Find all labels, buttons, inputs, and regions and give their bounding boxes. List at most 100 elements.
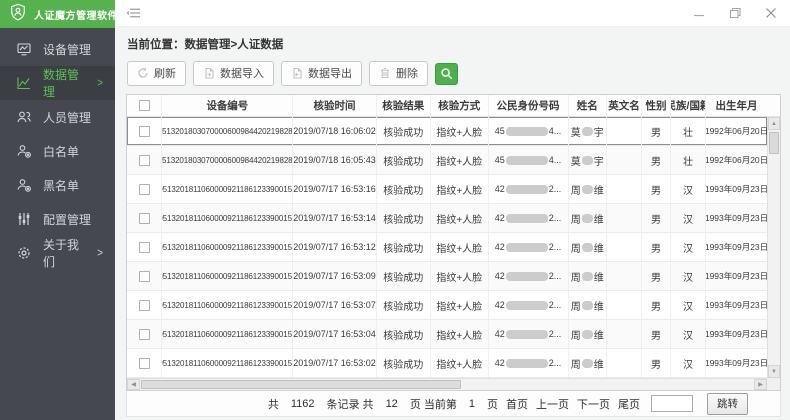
minimize-icon[interactable]: [692, 6, 706, 20]
sidebar-item-about-us[interactable]: 关于我们 >: [0, 236, 115, 270]
sliders-icon: [15, 211, 32, 228]
first-page-link[interactable]: 首页: [506, 396, 528, 412]
cell-verify-method: 指纹+人脸: [431, 320, 489, 348]
table-row[interactable]: 051320181106000092118612339001542019/07/…: [127, 320, 767, 349]
jump-page-input[interactable]: [651, 395, 693, 412]
row-checkbox[interactable]: [139, 271, 150, 282]
cell-name: 周维: [569, 291, 607, 319]
scroll-up-arrow-icon[interactable]: ▲: [768, 117, 780, 130]
table-row[interactable]: 051320181106000092118612339001542019/07/…: [127, 175, 767, 204]
cell-name: 莫宇: [569, 117, 607, 145]
row-checkbox-cell: [127, 117, 162, 145]
table-row[interactable]: 051320181106000092118612339001542019/07/…: [127, 349, 767, 378]
sidebar-item-blacklist[interactable]: 黑名单: [0, 168, 115, 202]
row-checkbox-cell: [127, 233, 162, 261]
cell-english-name: [607, 233, 642, 261]
maximize-icon[interactable]: [728, 6, 742, 20]
jump-button[interactable]: 跳转: [707, 393, 748, 415]
cell-verify-result: 核验成功: [377, 320, 431, 348]
close-icon[interactable]: [764, 6, 778, 20]
column-header-device-number[interactable]: 设备编号: [162, 95, 293, 116]
next-page-link[interactable]: 下一页: [577, 396, 610, 412]
column-header-gender[interactable]: 性别: [642, 95, 671, 116]
table-row[interactable]: 051320181106000092118612339001542019/07/…: [127, 233, 767, 262]
column-header-name[interactable]: 姓名: [569, 95, 607, 116]
cell-device-number: 05132018110600009211861233900154: [162, 204, 293, 232]
row-checkbox[interactable]: [139, 155, 150, 166]
cell-name: 周维: [569, 262, 607, 290]
horizontal-scroll-thumb[interactable]: [141, 380, 461, 389]
row-checkbox-cell: [127, 349, 162, 377]
search-button[interactable]: [435, 63, 458, 85]
column-header-birth-date[interactable]: 出生年月: [706, 95, 767, 116]
select-all-checkbox[interactable]: [139, 100, 150, 111]
table-row[interactable]: 051320181106000092118612339001542019/07/…: [127, 291, 767, 320]
column-header-verify-time[interactable]: 核验时间: [293, 95, 376, 116]
vertical-scrollbar[interactable]: ▲ ▼: [767, 117, 780, 378]
table-header: 设备编号 核验时间 核验结果 核验方式 公民身份号码 姓名 英文名 性别 民族/…: [127, 95, 780, 117]
row-checkbox[interactable]: [139, 300, 150, 311]
row-checkbox[interactable]: [139, 329, 150, 340]
sidebar-item-data-management[interactable]: 数据管理 >: [0, 66, 115, 100]
vertical-scroll-thumb[interactable]: [769, 132, 779, 154]
column-header-english-name[interactable]: 英文名: [607, 95, 642, 116]
column-header-verify-method[interactable]: 核验方式: [431, 95, 489, 116]
cell-verify-result: 核验成功: [377, 175, 431, 203]
cell-verify-result: 核验成功: [377, 146, 431, 174]
cell-citizen-id: 422...: [489, 204, 569, 232]
sidebar-item-label: 设备管理: [43, 41, 91, 58]
column-header-citizen-id[interactable]: 公民身份号码: [489, 95, 569, 116]
cell-gender: 男: [642, 262, 671, 290]
row-checkbox[interactable]: [139, 358, 150, 369]
data-import-button[interactable]: 数据导入: [193, 61, 274, 86]
cell-device-number: 05132018030700006009844202198286: [162, 146, 293, 174]
table-row[interactable]: 051320180307000060098442021982862019/07/…: [127, 146, 767, 175]
cell-birth-date: 1993年09月23日: [706, 204, 767, 232]
data-import-label: 数据导入: [220, 65, 264, 81]
sidebar-item-whitelist[interactable]: 白名单: [0, 134, 115, 168]
collapse-sidebar-icon[interactable]: [123, 4, 143, 22]
app-logo: 人证魔方管理软件: [0, 0, 115, 28]
cell-english-name: [607, 204, 642, 232]
table-row[interactable]: 051320180307000060098442021982862019/07/…: [127, 117, 767, 146]
sidebar-item-label: 黑名单: [43, 177, 79, 194]
cell-verify-method: 指纹+人脸: [431, 233, 489, 261]
row-checkbox-cell: [127, 204, 162, 232]
cell-ethnicity: 汉: [671, 233, 706, 261]
content: 当前位置：数据管理>人证数据 刷新 数据导入: [115, 27, 790, 417]
row-checkbox[interactable]: [139, 184, 150, 195]
sidebar-item-device-management[interactable]: 设备管理: [0, 32, 115, 66]
cell-english-name: [607, 262, 642, 290]
last-page-link[interactable]: 尾页: [618, 396, 640, 412]
sidebar-item-personnel-management[interactable]: 人员管理: [0, 100, 115, 134]
delete-button[interactable]: 删除: [369, 61, 428, 86]
sidebar-item-configuration[interactable]: 配置管理: [0, 202, 115, 236]
redacted-name-blur: [582, 272, 593, 281]
row-checkbox[interactable]: [139, 213, 150, 224]
cell-gender: 男: [642, 320, 671, 348]
table-row[interactable]: 051320181106000092118612339001542019/07/…: [127, 204, 767, 233]
row-checkbox[interactable]: [139, 242, 150, 253]
chevron-right-icon: >: [97, 246, 103, 259]
cell-citizen-id: 422...: [489, 262, 569, 290]
scroll-right-arrow-icon[interactable]: ▶: [754, 379, 767, 390]
column-header-verify-result[interactable]: 核验结果: [377, 95, 431, 116]
refresh-button[interactable]: 刷新: [127, 61, 186, 86]
scroll-down-arrow-icon[interactable]: ▼: [768, 365, 780, 378]
cell-birth-date: 1993年09月23日: [706, 175, 767, 203]
cell-verify-result: 核验成功: [377, 349, 431, 377]
gear-icon: [15, 245, 32, 262]
horizontal-scrollbar[interactable]: ◀ ▶: [127, 378, 767, 390]
redacted-name-blur: [582, 301, 593, 310]
redacted-id-blur: [506, 272, 548, 281]
column-header-ethnicity[interactable]: 民族/国籍: [671, 95, 706, 116]
redacted-id-blur: [506, 301, 548, 310]
shield-person-icon: [9, 3, 27, 26]
person-badge-icon: [15, 143, 32, 160]
data-export-button[interactable]: 数据导出: [281, 61, 362, 86]
cell-verify-time: 2019/07/17 16:53:04: [293, 320, 376, 348]
scroll-left-arrow-icon[interactable]: ◀: [127, 379, 140, 390]
row-checkbox[interactable]: [139, 126, 150, 137]
table-row[interactable]: 051320181106000092118612339001542019/07/…: [127, 262, 767, 291]
prev-page-link[interactable]: 上一页: [536, 396, 569, 412]
